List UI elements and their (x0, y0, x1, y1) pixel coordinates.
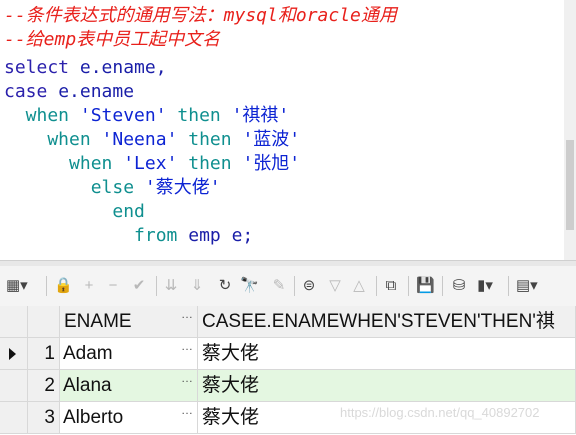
watermark: https://blog.csdn.net/qq_40892702 (340, 405, 540, 420)
sort-descending-icon[interactable]: ▽ (326, 275, 344, 297)
column-header-case[interactable]: CASEE.ENAMEWHEN'STEVEN'THEN'祺 (198, 306, 576, 338)
toolbar-separator (376, 276, 377, 296)
cell-ename[interactable]: Alana … (60, 370, 198, 402)
code-token: emp e; (188, 225, 254, 246)
export-icon[interactable]: ⛁ (450, 275, 468, 297)
lock-icon[interactable]: 🔒 (54, 275, 73, 297)
code-token: then (188, 129, 243, 150)
column-header-case-label: CASEE.ENAMEWHEN'STEVEN'THEN'祺 (202, 311, 555, 332)
code-token: '张旭' (242, 153, 301, 174)
cell-ename-dots[interactable]: … (181, 402, 193, 426)
save-icon[interactable]: 💾 (416, 275, 435, 297)
code-token: when (4, 153, 124, 174)
code-token: 'Lex' (123, 153, 189, 174)
column-ename-dots[interactable]: … (181, 306, 193, 330)
code-token: --给emp表中员工起中文名 (4, 29, 221, 50)
code-token: --条件表达式的通用写法：mysql和oracle通用 (4, 5, 397, 26)
column-header-ename[interactable]: ENAME … (60, 306, 198, 338)
code-line: --条件表达式的通用写法：mysql和oracle通用 (4, 4, 397, 28)
cell-ename[interactable]: Alberto … (60, 402, 198, 434)
toolbar-separator (46, 276, 47, 296)
code-token: then (188, 153, 243, 174)
query-by-example-icon[interactable]: ⊜ (300, 275, 318, 297)
toolbar-separator (408, 276, 409, 296)
header-rownum-cell (28, 306, 60, 338)
cell-ename-dots[interactable]: … (181, 370, 193, 394)
row-indicator (0, 370, 28, 402)
sql-editor[interactable]: --条件表达式的通用写法：mysql和oracle通用 --给emp表中员工起中文… (0, 0, 564, 260)
code-token: when (4, 129, 102, 150)
code-token: '蓝波' (242, 129, 301, 150)
code-token: '蔡大佬' (144, 177, 221, 198)
toolbar-separator (156, 276, 157, 296)
current-row-indicator (0, 338, 28, 370)
row-number: 2 (28, 370, 60, 402)
row-number: 3 (28, 402, 60, 434)
result-grid-toolbar: ▦▾ 🔒 + − ✔ ⇊ ⇓ ↻ 🔭 ✎ ⊜ ▽ △ ⧉ 💾 ⛁ ▮▾ ▤▾ (0, 266, 576, 307)
fetch-next-icon[interactable]: ⇊ (162, 275, 180, 297)
code-line: end (4, 200, 145, 224)
code-token: 'Steven' (79, 105, 178, 126)
cell-case[interactable]: 蔡大佬 (198, 338, 576, 370)
code-token: select (4, 57, 80, 78)
cell-case[interactable]: 蔡大佬 (198, 370, 576, 402)
row-pointer-icon (9, 348, 16, 360)
code-token: from (4, 225, 189, 246)
code-token: '祺祺' (231, 105, 290, 126)
cell-ename-dots[interactable]: … (181, 338, 193, 362)
clear-icon[interactable]: ✎ (270, 275, 288, 297)
column-header-ename-label: ENAME (64, 311, 132, 332)
header-indicator-cell (0, 306, 28, 338)
code-line: case e.ename (4, 80, 134, 104)
code-token: then (177, 105, 232, 126)
table-row[interactable]: 2 Alana … 蔡大佬 (0, 370, 576, 402)
code-token: 'Neena' (101, 129, 189, 150)
tree-view-icon[interactable]: ⧉ (382, 275, 400, 297)
delete-record-icon[interactable]: − (104, 275, 122, 297)
cell-ename-value: Alberto (63, 407, 124, 428)
code-line: when 'Lex' then '张旭' (4, 152, 300, 176)
table-menu-icon[interactable]: ▤▾ (516, 275, 538, 297)
find-icon[interactable]: 🔭 (240, 275, 259, 297)
cell-ename[interactable]: Adam … (60, 338, 198, 370)
code-token: e.ename (58, 81, 135, 102)
editor-scrollbar[interactable] (564, 0, 576, 260)
toolbar-separator (294, 276, 295, 296)
add-record-icon[interactable]: + (80, 275, 98, 297)
code-line: when 'Steven' then '祺祺' (4, 104, 290, 128)
code-line: from emp e; (4, 224, 253, 248)
editor-scrollbar-thumb[interactable] (566, 140, 574, 230)
code-token: when (4, 105, 80, 126)
grid-header-row: ENAME … CASEE.ENAMEWHEN'STEVEN'THEN'祺 (0, 306, 576, 338)
code-line: else '蔡大佬' (4, 176, 221, 200)
row-indicator (0, 402, 28, 434)
toolbar-separator (508, 276, 509, 296)
cell-ename-value: Adam (63, 343, 113, 364)
table-row[interactable]: 1 Adam … 蔡大佬 (0, 338, 576, 370)
sort-ascending-icon[interactable]: △ (350, 275, 368, 297)
code-line: when 'Neena' then '蓝波' (4, 128, 300, 152)
fetch-last-icon[interactable]: ⇓ (188, 275, 206, 297)
post-changes-icon[interactable]: ✔ (130, 275, 148, 297)
code-token: else (4, 177, 145, 198)
code-line: select e.ename, (4, 56, 167, 80)
grid-view-icon[interactable]: ▦▾ (6, 275, 28, 297)
row-number: 1 (28, 338, 60, 370)
chart-icon[interactable]: ▮▾ (476, 275, 494, 297)
cell-ename-value: Alana (63, 375, 112, 396)
code-token: end (4, 201, 145, 222)
code-token: case (4, 81, 59, 102)
toolbar-separator (442, 276, 443, 296)
code-line: --给emp表中员工起中文名 (4, 28, 220, 52)
refresh-icon[interactable]: ↻ (216, 275, 234, 297)
code-token: e.ename, (79, 57, 167, 78)
